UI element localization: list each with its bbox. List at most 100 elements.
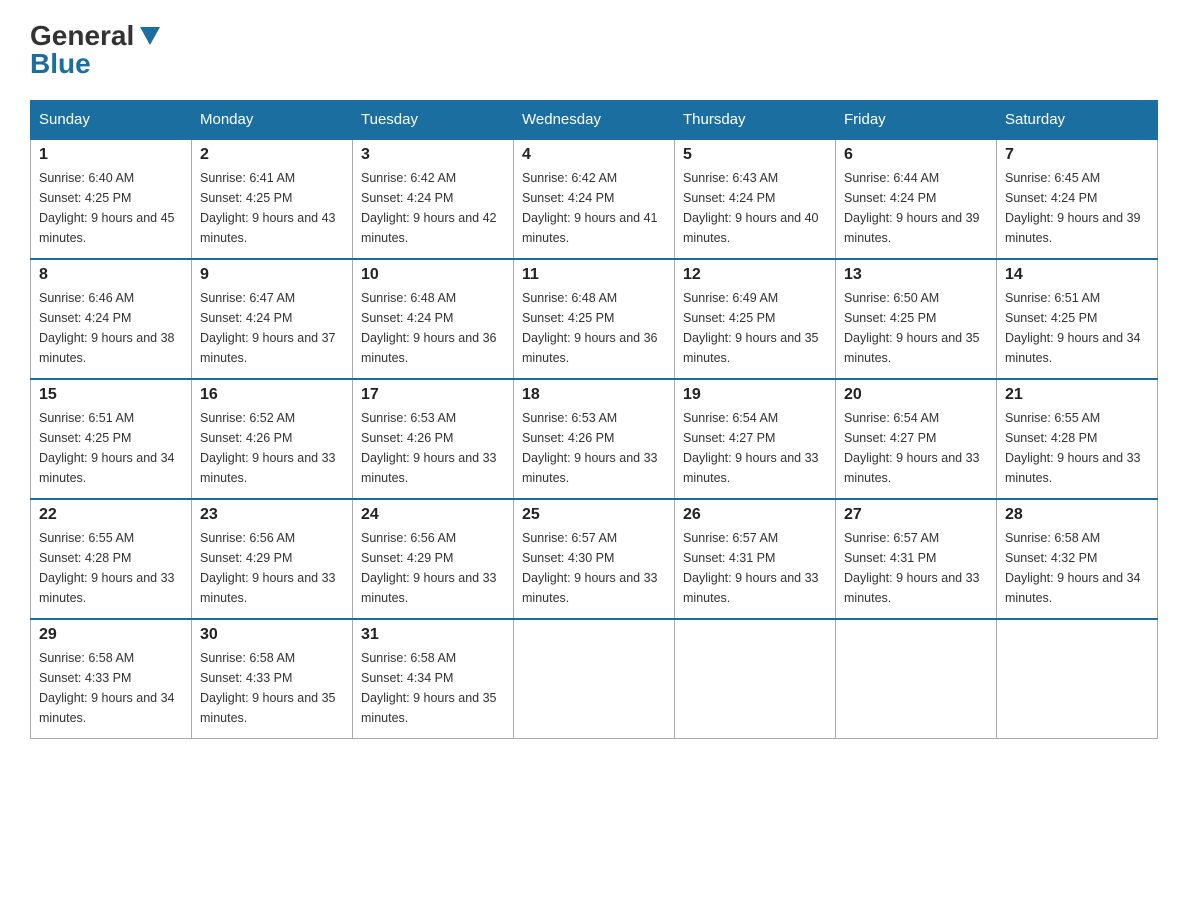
calendar-day-cell: [836, 619, 997, 739]
calendar-week-row: 15 Sunrise: 6:51 AMSunset: 4:25 PMDaylig…: [31, 379, 1158, 499]
day-info: Sunrise: 6:42 AMSunset: 4:24 PMDaylight:…: [361, 168, 505, 248]
day-info: Sunrise: 6:58 AMSunset: 4:33 PMDaylight:…: [39, 648, 183, 728]
calendar-day-cell: 27 Sunrise: 6:57 AMSunset: 4:31 PMDaylig…: [836, 499, 997, 619]
day-info: Sunrise: 6:41 AMSunset: 4:25 PMDaylight:…: [200, 168, 344, 248]
day-info: Sunrise: 6:53 AMSunset: 4:26 PMDaylight:…: [522, 408, 666, 488]
day-number: 23: [200, 506, 344, 524]
day-number: 15: [39, 386, 183, 404]
calendar-day-cell: 11 Sunrise: 6:48 AMSunset: 4:25 PMDaylig…: [514, 259, 675, 379]
day-info: Sunrise: 6:56 AMSunset: 4:29 PMDaylight:…: [200, 528, 344, 608]
day-number: 22: [39, 506, 183, 524]
day-info: Sunrise: 6:40 AMSunset: 4:25 PMDaylight:…: [39, 168, 183, 248]
calendar-day-cell: 9 Sunrise: 6:47 AMSunset: 4:24 PMDayligh…: [192, 259, 353, 379]
day-number: 19: [683, 386, 827, 404]
day-number: 2: [200, 146, 344, 164]
day-number: 21: [1005, 386, 1149, 404]
day-number: 17: [361, 386, 505, 404]
calendar-day-cell: 20 Sunrise: 6:54 AMSunset: 4:27 PMDaylig…: [836, 379, 997, 499]
day-info: Sunrise: 6:42 AMSunset: 4:24 PMDaylight:…: [522, 168, 666, 248]
day-number: 20: [844, 386, 988, 404]
calendar-week-row: 29 Sunrise: 6:58 AMSunset: 4:33 PMDaylig…: [31, 619, 1158, 739]
day-number: 9: [200, 266, 344, 284]
calendar-day-cell: 15 Sunrise: 6:51 AMSunset: 4:25 PMDaylig…: [31, 379, 192, 499]
day-info: Sunrise: 6:57 AMSunset: 4:30 PMDaylight:…: [522, 528, 666, 608]
day-info: Sunrise: 6:49 AMSunset: 4:25 PMDaylight:…: [683, 288, 827, 368]
day-info: Sunrise: 6:48 AMSunset: 4:24 PMDaylight:…: [361, 288, 505, 368]
calendar-day-cell: 6 Sunrise: 6:44 AMSunset: 4:24 PMDayligh…: [836, 139, 997, 259]
calendar-week-row: 8 Sunrise: 6:46 AMSunset: 4:24 PMDayligh…: [31, 259, 1158, 379]
calendar-day-cell: 24 Sunrise: 6:56 AMSunset: 4:29 PMDaylig…: [353, 499, 514, 619]
day-info: Sunrise: 6:54 AMSunset: 4:27 PMDaylight:…: [683, 408, 827, 488]
calendar-day-cell: 26 Sunrise: 6:57 AMSunset: 4:31 PMDaylig…: [675, 499, 836, 619]
day-number: 5: [683, 146, 827, 164]
day-info: Sunrise: 6:46 AMSunset: 4:24 PMDaylight:…: [39, 288, 183, 368]
day-info: Sunrise: 6:58 AMSunset: 4:32 PMDaylight:…: [1005, 528, 1149, 608]
day-info: Sunrise: 6:58 AMSunset: 4:33 PMDaylight:…: [200, 648, 344, 728]
day-number: 11: [522, 266, 666, 284]
day-number: 4: [522, 146, 666, 164]
calendar-day-cell: 1 Sunrise: 6:40 AMSunset: 4:25 PMDayligh…: [31, 139, 192, 259]
day-info: Sunrise: 6:55 AMSunset: 4:28 PMDaylight:…: [39, 528, 183, 608]
calendar-day-cell: 23 Sunrise: 6:56 AMSunset: 4:29 PMDaylig…: [192, 499, 353, 619]
calendar-day-cell: 13 Sunrise: 6:50 AMSunset: 4:25 PMDaylig…: [836, 259, 997, 379]
day-info: Sunrise: 6:44 AMSunset: 4:24 PMDaylight:…: [844, 168, 988, 248]
day-info: Sunrise: 6:45 AMSunset: 4:24 PMDaylight:…: [1005, 168, 1149, 248]
day-number: 28: [1005, 506, 1149, 524]
calendar-day-cell: 17 Sunrise: 6:53 AMSunset: 4:26 PMDaylig…: [353, 379, 514, 499]
weekday-header-thursday: Thursday: [675, 101, 836, 140]
calendar-day-cell: [997, 619, 1158, 739]
calendar-day-cell: 14 Sunrise: 6:51 AMSunset: 4:25 PMDaylig…: [997, 259, 1158, 379]
weekday-header-monday: Monday: [192, 101, 353, 140]
logo: General Blue: [30, 20, 160, 80]
day-info: Sunrise: 6:51 AMSunset: 4:25 PMDaylight:…: [39, 408, 183, 488]
day-number: 18: [522, 386, 666, 404]
day-info: Sunrise: 6:51 AMSunset: 4:25 PMDaylight:…: [1005, 288, 1149, 368]
day-number: 25: [522, 506, 666, 524]
day-number: 16: [200, 386, 344, 404]
calendar-day-cell: 4 Sunrise: 6:42 AMSunset: 4:24 PMDayligh…: [514, 139, 675, 259]
calendar-table: SundayMondayTuesdayWednesdayThursdayFrid…: [30, 100, 1158, 739]
calendar-day-cell: [514, 619, 675, 739]
calendar-day-cell: 22 Sunrise: 6:55 AMSunset: 4:28 PMDaylig…: [31, 499, 192, 619]
calendar-week-row: 22 Sunrise: 6:55 AMSunset: 4:28 PMDaylig…: [31, 499, 1158, 619]
day-number: 27: [844, 506, 988, 524]
day-info: Sunrise: 6:52 AMSunset: 4:26 PMDaylight:…: [200, 408, 344, 488]
calendar-day-cell: 12 Sunrise: 6:49 AMSunset: 4:25 PMDaylig…: [675, 259, 836, 379]
calendar-day-cell: 25 Sunrise: 6:57 AMSunset: 4:30 PMDaylig…: [514, 499, 675, 619]
weekday-header-row: SundayMondayTuesdayWednesdayThursdayFrid…: [31, 101, 1158, 140]
calendar-day-cell: 16 Sunrise: 6:52 AMSunset: 4:26 PMDaylig…: [192, 379, 353, 499]
day-info: Sunrise: 6:57 AMSunset: 4:31 PMDaylight:…: [844, 528, 988, 608]
page-header: General Blue: [30, 20, 1158, 80]
logo-blue-text: Blue: [30, 48, 91, 80]
day-info: Sunrise: 6:53 AMSunset: 4:26 PMDaylight:…: [361, 408, 505, 488]
day-number: 13: [844, 266, 988, 284]
day-number: 12: [683, 266, 827, 284]
calendar-day-cell: 10 Sunrise: 6:48 AMSunset: 4:24 PMDaylig…: [353, 259, 514, 379]
weekday-header-friday: Friday: [836, 101, 997, 140]
day-number: 31: [361, 626, 505, 644]
day-info: Sunrise: 6:58 AMSunset: 4:34 PMDaylight:…: [361, 648, 505, 728]
logo-triangle-icon: [140, 27, 160, 45]
calendar-day-cell: 7 Sunrise: 6:45 AMSunset: 4:24 PMDayligh…: [997, 139, 1158, 259]
day-info: Sunrise: 6:47 AMSunset: 4:24 PMDaylight:…: [200, 288, 344, 368]
day-number: 24: [361, 506, 505, 524]
day-number: 14: [1005, 266, 1149, 284]
day-info: Sunrise: 6:55 AMSunset: 4:28 PMDaylight:…: [1005, 408, 1149, 488]
calendar-day-cell: 31 Sunrise: 6:58 AMSunset: 4:34 PMDaylig…: [353, 619, 514, 739]
day-info: Sunrise: 6:43 AMSunset: 4:24 PMDaylight:…: [683, 168, 827, 248]
day-number: 7: [1005, 146, 1149, 164]
day-info: Sunrise: 6:56 AMSunset: 4:29 PMDaylight:…: [361, 528, 505, 608]
weekday-header-sunday: Sunday: [31, 101, 192, 140]
calendar-week-row: 1 Sunrise: 6:40 AMSunset: 4:25 PMDayligh…: [31, 139, 1158, 259]
day-info: Sunrise: 6:57 AMSunset: 4:31 PMDaylight:…: [683, 528, 827, 608]
weekday-header-wednesday: Wednesday: [514, 101, 675, 140]
calendar-day-cell: 2 Sunrise: 6:41 AMSunset: 4:25 PMDayligh…: [192, 139, 353, 259]
day-info: Sunrise: 6:48 AMSunset: 4:25 PMDaylight:…: [522, 288, 666, 368]
weekday-header-saturday: Saturday: [997, 101, 1158, 140]
day-number: 10: [361, 266, 505, 284]
calendar-day-cell: 21 Sunrise: 6:55 AMSunset: 4:28 PMDaylig…: [997, 379, 1158, 499]
day-number: 30: [200, 626, 344, 644]
day-info: Sunrise: 6:54 AMSunset: 4:27 PMDaylight:…: [844, 408, 988, 488]
day-number: 26: [683, 506, 827, 524]
calendar-day-cell: 30 Sunrise: 6:58 AMSunset: 4:33 PMDaylig…: [192, 619, 353, 739]
